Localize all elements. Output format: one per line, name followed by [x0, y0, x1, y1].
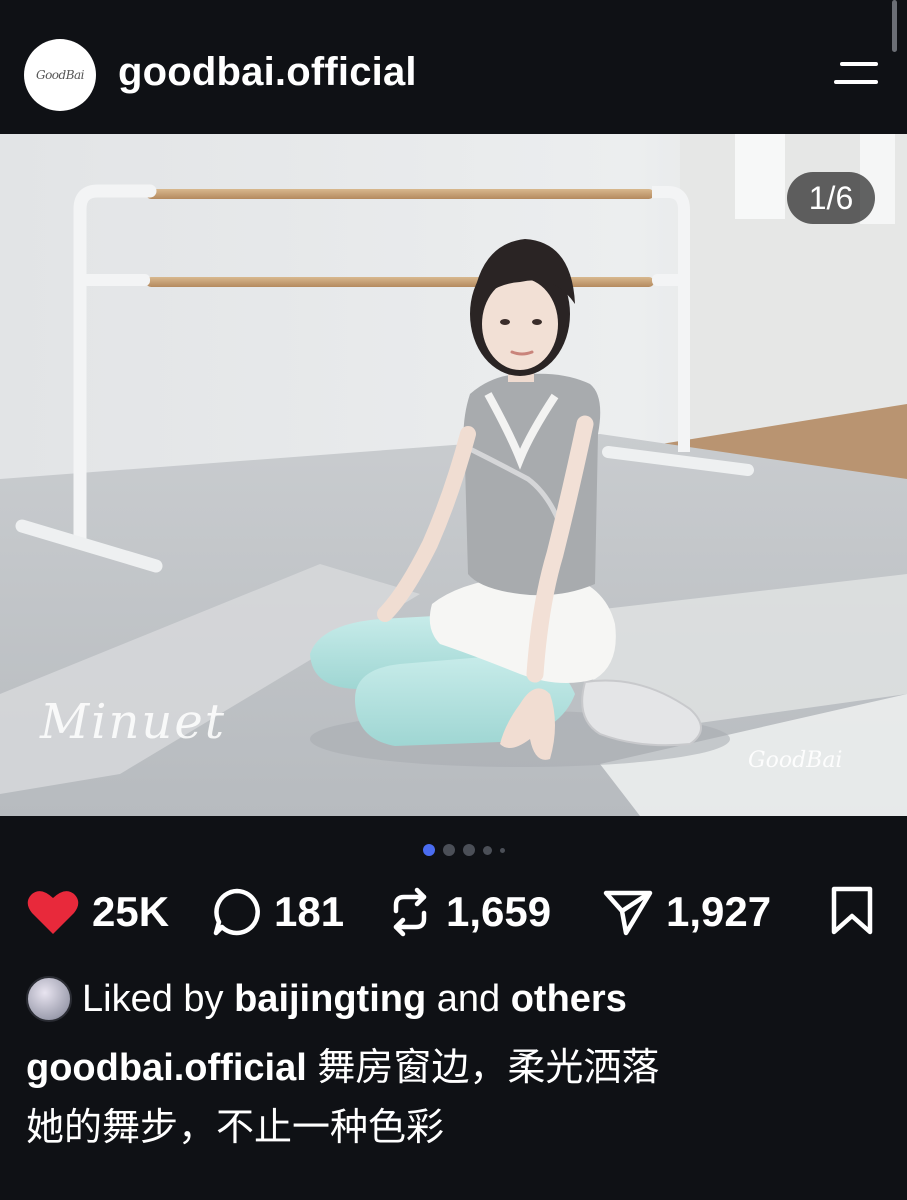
image-counter: 1/6 — [787, 172, 875, 224]
liked-user[interactable]: baijingting — [234, 978, 426, 1021]
heart-icon — [27, 891, 79, 934]
caption-author[interactable]: goodbai.official — [26, 1047, 307, 1089]
carousel-dot[interactable] — [463, 844, 475, 856]
menu-icon[interactable] — [834, 60, 880, 88]
scrollbar[interactable] — [892, 0, 897, 52]
liked-middle: and — [426, 977, 511, 1020]
post-header: GoodBai goodbai.official — [0, 0, 907, 134]
carousel-dots[interactable] — [423, 843, 505, 857]
liked-by-row[interactable]: Liked by baijingting and others — [26, 974, 627, 1024]
repost-icon — [393, 887, 427, 937]
caption-line-2: 她的舞步，不止一种色彩 — [26, 1107, 445, 1149]
comment-count: 181 — [274, 888, 345, 935]
save-button[interactable] — [829, 886, 875, 941]
profile-avatar[interactable]: GoodBai — [24, 39, 96, 111]
profile-username[interactable]: goodbai.official — [118, 50, 417, 95]
avatar-logo: GoodBai — [35, 68, 85, 82]
image-watermark: GoodBai — [748, 748, 843, 773]
share-count: 1,927 — [666, 888, 772, 935]
carousel-dot[interactable] — [500, 847, 505, 853]
share-button[interactable]: 1,927 — [602, 880, 771, 944]
like-count: 25K — [92, 888, 170, 935]
comment-button[interactable]: 181 — [212, 880, 344, 944]
minuet-script-overlay: Minuet — [40, 694, 227, 750]
action-bar: 25K 181 1,659 1,927 — [0, 880, 907, 944]
carousel-dot[interactable] — [423, 844, 435, 856]
carousel-dot[interactable] — [443, 844, 455, 856]
post-image[interactable]: Minuet GoodBai — [0, 134, 907, 816]
liker-avatar[interactable] — [26, 976, 72, 1022]
bookmark-icon — [831, 886, 873, 935]
send-icon — [603, 890, 653, 936]
comment-icon — [213, 888, 260, 936]
liked-prefix: Liked by — [82, 977, 235, 1020]
liked-others[interactable]: others — [511, 978, 627, 1021]
carousel-dot[interactable] — [483, 845, 492, 855]
repost-count: 1,659 — [446, 888, 552, 935]
like-button[interactable]: 25K — [26, 880, 169, 944]
caption-line-1: 舞房窗边，柔光洒落 — [306, 1047, 660, 1089]
post-caption: goodbai.official 舞房窗边，柔光洒落 她的舞步，不止一种色彩 — [26, 1038, 886, 1158]
repost-button[interactable]: 1,659 — [386, 880, 551, 944]
